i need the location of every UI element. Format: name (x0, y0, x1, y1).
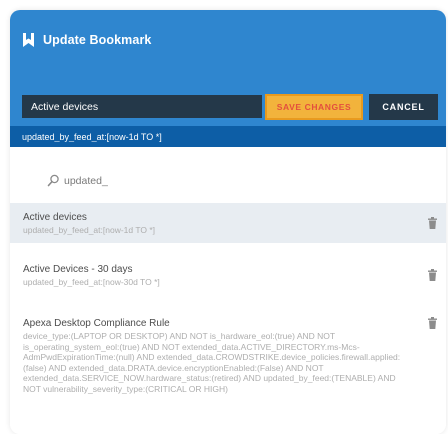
trash-icon[interactable] (428, 269, 437, 281)
bookmark-query-input[interactable] (10, 126, 446, 147)
bookmark-item-name: Active Devices - 30 days (23, 264, 133, 275)
bookmark-name-input[interactable] (22, 95, 262, 118)
update-bookmark-dialog: Update Bookmark SAVE CHANGES CANCEL Acti… (10, 10, 446, 434)
dialog-header: Update Bookmark SAVE CHANGES CANCEL (10, 10, 446, 147)
bookmark-item-query: updated_by_feed_at:[now-1d TO *] (23, 225, 156, 235)
bookmark-item-query: updated_by_feed_at:[now-30d TO *] (23, 277, 160, 287)
bookmark-item[interactable]: Active devices updated_by_feed_at:[now-1… (10, 203, 446, 243)
bookmark-item-name: Apexa Desktop Compliance Rule (23, 318, 170, 329)
bookmark-item[interactable]: Active Devices - 30 days updated_by_feed… (10, 255, 446, 295)
trash-icon[interactable] (428, 317, 437, 329)
dialog-title: Update Bookmark (43, 33, 152, 47)
cancel-button[interactable]: CANCEL (369, 94, 438, 120)
bookmark-search (10, 167, 446, 195)
save-changes-button[interactable]: SAVE CHANGES (265, 94, 363, 120)
search-icon (47, 174, 59, 187)
trash-icon[interactable] (428, 217, 437, 229)
bookmark-item[interactable]: Apexa Desktop Compliance Rule device_typ… (10, 307, 446, 434)
bookmark-item-query: device_type:(LAPTOP OR DESKTOP) AND NOT … (23, 331, 401, 394)
bookmark-item-name: Active devices (23, 212, 87, 223)
bookmark-icon (23, 33, 34, 47)
bookmark-search-input[interactable] (62, 170, 366, 192)
dialog-title-row: Update Bookmark (22, 32, 151, 48)
